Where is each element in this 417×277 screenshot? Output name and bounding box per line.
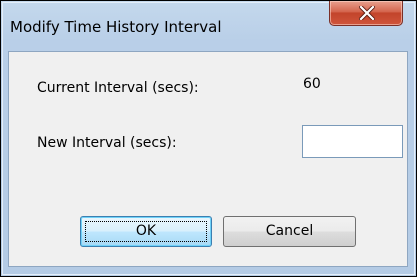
dialog-content: Current Interval (secs): 60 New Interval… xyxy=(8,51,408,267)
current-interval-label: Current Interval (secs): xyxy=(37,80,199,96)
current-interval-value: 60 xyxy=(303,76,321,92)
window-title: Modify Time History Interval xyxy=(10,18,222,36)
ok-button[interactable]: OK xyxy=(80,216,212,247)
ok-button-label: OK xyxy=(135,223,157,239)
cancel-button-label: Cancel xyxy=(265,223,314,239)
cancel-button[interactable]: Cancel xyxy=(223,216,356,247)
close-button[interactable] xyxy=(329,1,403,26)
new-interval-input[interactable] xyxy=(302,125,403,158)
dialog-window: Modify Time History Interval Current Int… xyxy=(0,0,417,277)
new-interval-label: New Interval (secs): xyxy=(37,135,177,151)
close-icon xyxy=(359,6,375,20)
